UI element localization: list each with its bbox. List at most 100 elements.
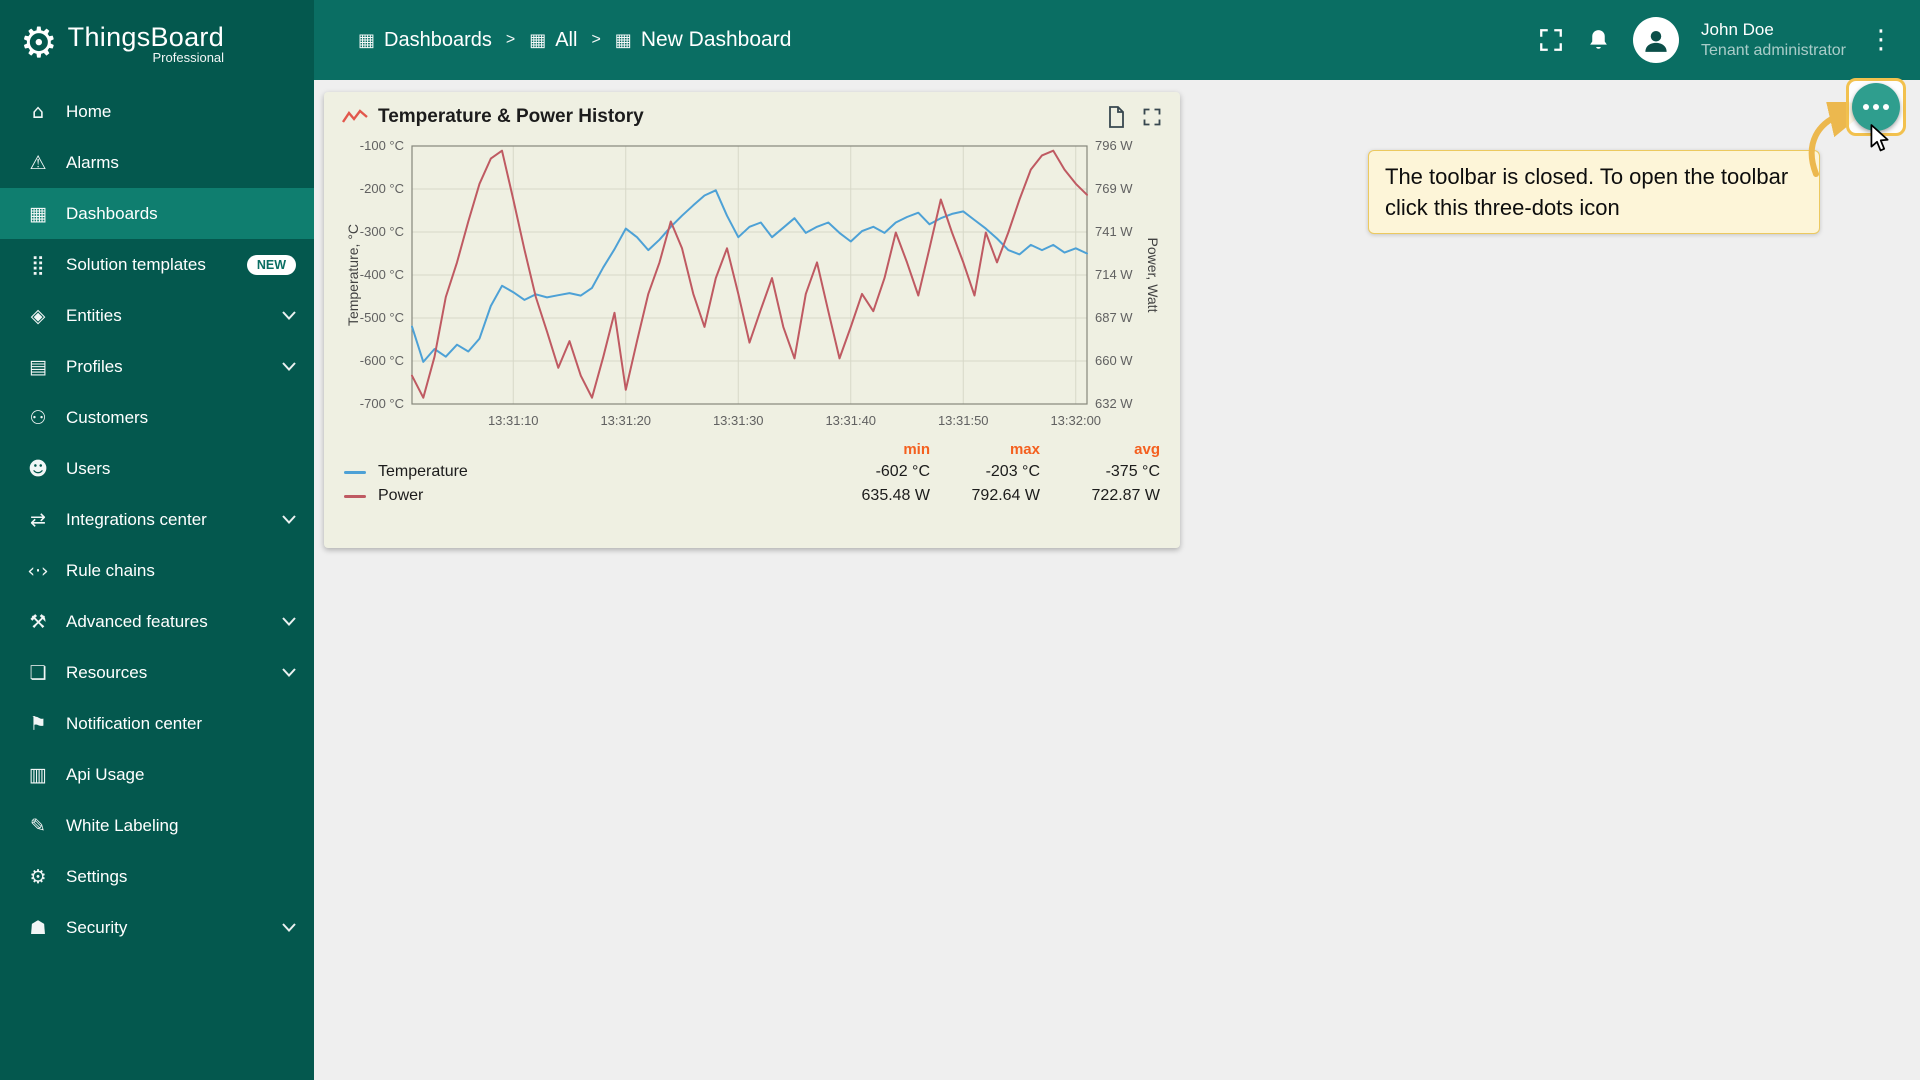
topbar-actions: John Doe Tenant administrator ⋮ (1538, 17, 1894, 63)
app-subtitle: Professional (152, 49, 225, 65)
white-labeling-icon: ✎ (30, 814, 46, 837)
sidebar-item-notification-center[interactable]: ⚑ Notification center (0, 698, 314, 749)
more-dots-icon (1873, 104, 1879, 110)
sidebar-item-settings[interactable]: ⚙ Settings (0, 851, 314, 902)
sidebar-item-alarms[interactable]: ⚠ Alarms (0, 137, 314, 188)
sidebar-item-label: Integrations center (66, 509, 207, 529)
breadcrumb: ▦ Dashboards > ▦ All > ▦ New Dashboard (358, 28, 791, 52)
svg-text:-300 °C: -300 °C (360, 224, 404, 239)
customers-icon: ⚇ (29, 406, 47, 429)
gear-icon: ⚙ (29, 865, 47, 888)
api-usage-icon: ▥ (29, 763, 47, 786)
sidebar-item-label: Users (66, 458, 111, 478)
sidebar-item-security[interactable]: ☗ Security (0, 902, 314, 953)
sidebar-item-white-labeling[interactable]: ✎ White Labeling (0, 800, 314, 851)
solution-templates-icon: ⣿ (31, 253, 45, 276)
dashboards-grid-icon: ▦ (29, 202, 47, 225)
sidebar-item-label: Api Usage (66, 764, 145, 784)
sidebar-item-customers[interactable]: ⚇ Customers (0, 392, 314, 443)
power-avg: 722.87 W (1091, 487, 1160, 504)
dashboards-grid-icon: ▦ (614, 29, 632, 51)
sidebar-item-label: Rule chains (66, 560, 155, 580)
dashboards-grid-icon: ▦ (358, 29, 376, 51)
sidebar-item-profiles[interactable]: ▤ Profiles (0, 341, 314, 392)
sidebar-item-resources[interactable]: ❏ Resources (0, 647, 314, 698)
sidebar-item-home[interactable]: ⌂ Home (0, 86, 314, 137)
header-more-button[interactable]: ⋮ (1868, 25, 1894, 55)
breadcrumb-separator: > (505, 31, 516, 48)
fullscreen-button[interactable] (1538, 27, 1564, 53)
breadcrumb-current-dashboard[interactable]: ▦ New Dashboard (615, 28, 792, 52)
sidebar-item-label: Settings (66, 866, 128, 886)
sidebar-item-integrations-center[interactable]: ⇄ Integrations center (0, 494, 314, 545)
main-area: ▦ Dashboards > ▦ All > ▦ New Dashboard J… (314, 0, 1920, 1080)
logo-text: ThingsBoard Professional (68, 22, 224, 65)
sidebar-item-advanced-features[interactable]: ⚒ Advanced features (0, 596, 314, 647)
breadcrumb-separator: > (591, 31, 601, 48)
svg-text:687 W: 687 W (1095, 310, 1133, 325)
bell-icon (1590, 29, 1607, 49)
sidebar-item-users[interactable]: ☻ Users (0, 443, 314, 494)
svg-text:13:31:50: 13:31:50 (938, 413, 989, 428)
app-title: ThingsBoard (67, 21, 225, 52)
kebab-menu-icon: ⋮ (1868, 25, 1894, 55)
more-dots-icon (1863, 104, 1869, 110)
legend-header-max: max (1009, 441, 1040, 458)
export-widget-button[interactable] (1106, 106, 1126, 128)
chart-legend: min max avg Temperature -602 °C -203 °C … (342, 437, 1162, 508)
chevron-down-icon (282, 668, 296, 677)
sidebar-item-label: Entities (66, 305, 122, 325)
notifications-button[interactable] (1586, 28, 1611, 53)
line-chart-icon (342, 109, 368, 123)
sidebar-item-label: Customers (66, 407, 149, 427)
sidebar-item-label: Home (66, 101, 112, 121)
svg-text:714 W: 714 W (1095, 267, 1133, 282)
svg-text:660 W: 660 W (1095, 353, 1133, 368)
shield-icon: ☗ (29, 916, 47, 939)
user-role: Tenant administrator (1701, 41, 1846, 59)
integrations-icon: ⇄ (30, 508, 46, 531)
user-avatar-icon (1645, 31, 1667, 52)
sidebar-item-label: Resources (66, 662, 148, 682)
legend-row-temperature: Temperature -602 °C -203 °C -375 °C (342, 460, 1162, 484)
svg-text:13:31:20: 13:31:20 (600, 413, 651, 428)
widget-title: Temperature & Power History (378, 106, 644, 127)
svg-text:-100 °C: -100 °C (360, 138, 404, 153)
svg-text:13:31:10: 13:31:10 (488, 413, 539, 428)
sidebar-item-label: Advanced features (66, 611, 208, 631)
breadcrumb-label: All (555, 28, 578, 51)
breadcrumb-all[interactable]: ▦ All (529, 29, 577, 52)
chevron-down-icon (282, 617, 296, 626)
svg-text:13:32:00: 13:32:00 (1050, 413, 1101, 428)
app-root: ⚙ ThingsBoard Professional ⌂ Home ⚠ Alar… (0, 0, 1920, 1080)
legend-row-power: Power 635.48 W 792.64 W 722.87 W (342, 484, 1162, 508)
svg-text:-500 °C: -500 °C (360, 310, 404, 325)
legend-header-min: min (903, 441, 930, 458)
sidebar-item-rule-chains[interactable]: ‹·› Rule chains (0, 545, 314, 596)
sidebar-item-api-usage[interactable]: ▥ Api Usage (0, 749, 314, 800)
mouse-cursor-icon (1870, 124, 1889, 152)
new-badge: NEW (246, 254, 296, 275)
power-line-swatch (344, 494, 366, 498)
timeseries-widget[interactable]: Temperature & Power History -100 °C 796 W… (324, 92, 1180, 548)
chevron-down-icon (282, 362, 296, 371)
legend-header-avg: avg (1134, 441, 1160, 458)
thingsboard-logo[interactable]: ⚙ ThingsBoard Professional (0, 0, 314, 86)
svg-text:13:31:30: 13:31:30 (713, 413, 764, 428)
sidebar-item-solution-templates[interactable]: ⣿ Solution templates NEW (0, 239, 314, 290)
fullscreen-icon (1540, 29, 1562, 51)
legend-series-power[interactable]: Power (344, 487, 820, 505)
sidebar-item-dashboards[interactable]: ▦ Dashboards (0, 188, 314, 239)
breadcrumb-dashboards[interactable]: ▦ Dashboards (358, 29, 492, 52)
chevron-down-icon (282, 515, 296, 524)
legend-header-row: min max avg (342, 437, 1162, 460)
widget-fullscreen-button[interactable] (1142, 106, 1162, 128)
breadcrumb-label: Dashboards (384, 28, 492, 51)
sidebar-item-entities[interactable]: ◈ Entities (0, 290, 314, 341)
user-info[interactable]: John Doe Tenant administrator (1701, 19, 1846, 62)
sidebar-item-label: Alarms (66, 152, 119, 172)
entities-icon: ◈ (30, 304, 46, 327)
svg-text:-700 °C: -700 °C (360, 396, 404, 411)
avatar[interactable] (1633, 17, 1680, 63)
legend-series-temperature[interactable]: Temperature (344, 463, 820, 481)
